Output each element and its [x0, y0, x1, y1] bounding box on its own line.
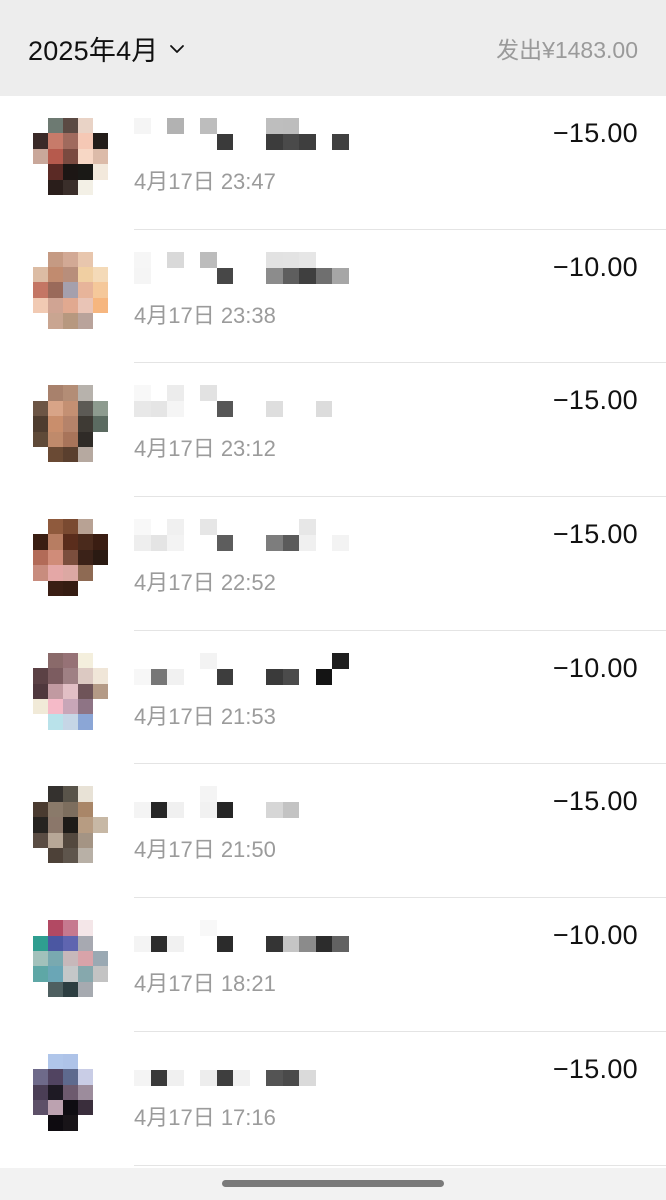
avatar — [33, 920, 108, 998]
transaction-amount: −15.00 — [552, 519, 638, 550]
month-header: 2025年4月 发出¥1483.00 — [0, 0, 666, 96]
avatar — [33, 652, 108, 730]
transaction-amount: −10.00 — [552, 652, 638, 683]
transaction-amount: −15.00 — [552, 118, 638, 148]
transaction-row[interactable]: 4月17日 17:16 −15.00 — [0, 1032, 666, 1166]
payee-name-redacted — [134, 116, 394, 150]
payee-name-redacted — [134, 784, 394, 819]
payee-name-redacted — [134, 517, 394, 552]
transaction-row[interactable]: 4月17日 21:53 −10.00 — [0, 631, 666, 765]
payee-name-redacted — [134, 250, 394, 284]
transaction-time: 4月17日 23:38 — [134, 302, 276, 328]
avatar — [33, 251, 108, 329]
transaction-list: 4月17日 23:47 −15.00 4月17日 23:38 −10.00 4月17日 … — [0, 96, 666, 1166]
avatar — [33, 118, 108, 195]
month-selector[interactable]: 2025年4月 — [28, 29, 186, 68]
avatar — [33, 385, 108, 463]
transaction-row[interactable]: 4月17日 21:50 −15.00 — [0, 764, 666, 898]
transaction-row[interactable]: 4月17日 22:52 −15.00 — [0, 497, 666, 631]
transaction-time: 4月17日 23:47 — [134, 169, 276, 194]
home-indicator[interactable] — [222, 1180, 444, 1187]
transaction-row[interactable]: 4月17日 18:21 −10.00 — [0, 898, 666, 1032]
transaction-time: 4月17日 21:53 — [134, 703, 276, 729]
transaction-row[interactable]: 4月17日 23:12 −15.00 — [0, 363, 666, 497]
transaction-amount: −15.00 — [552, 1053, 638, 1084]
transaction-amount: −15.00 — [552, 786, 638, 817]
transaction-time: 4月17日 23:12 — [134, 436, 276, 462]
transaction-row[interactable]: 4月17日 23:47 −15.00 — [0, 96, 666, 230]
payee-name-redacted — [134, 383, 394, 418]
avatar — [33, 519, 108, 597]
payee-name-redacted — [134, 918, 394, 953]
avatar — [33, 1053, 108, 1131]
transaction-time: 4月17日 18:21 — [134, 971, 276, 997]
payee-name-redacted — [134, 651, 394, 685]
transaction-amount: −10.00 — [552, 920, 638, 951]
transaction-amount: −15.00 — [552, 385, 638, 416]
transaction-time: 4月17日 17:16 — [134, 1104, 276, 1130]
transaction-amount: −10.00 — [552, 251, 638, 282]
expense-summary: 发出¥1483.00 — [496, 37, 638, 63]
transaction-time: 4月17日 22:52 — [134, 570, 276, 596]
transaction-time: 4月17日 21:50 — [134, 837, 276, 863]
month-label: 2025年4月 — [28, 35, 159, 66]
payee-name-redacted — [134, 1052, 394, 1086]
chevron-down-icon — [170, 45, 185, 53]
avatar — [33, 786, 108, 864]
transaction-row[interactable]: 4月17日 23:38 −10.00 — [0, 230, 666, 364]
